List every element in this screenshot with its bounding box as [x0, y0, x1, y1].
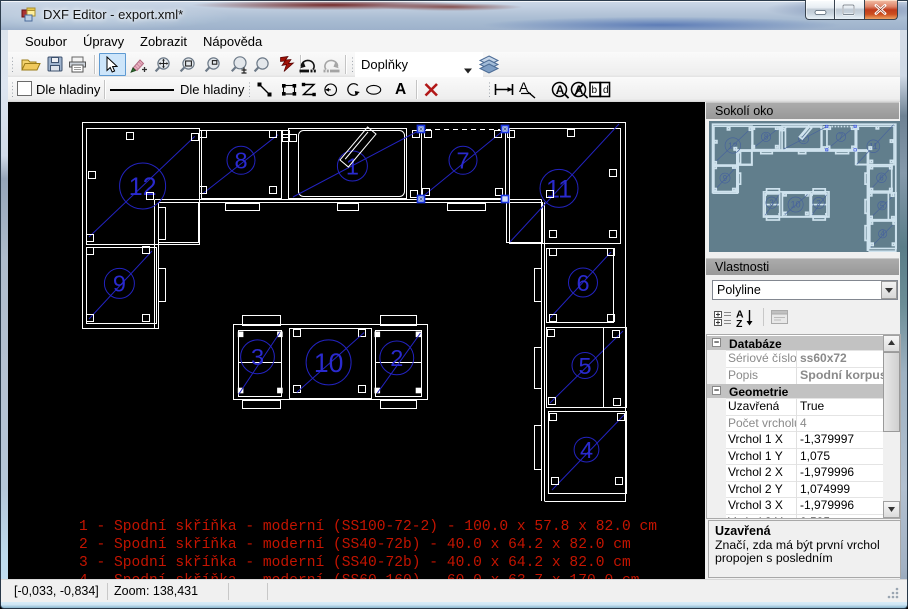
svg-text:b: b — [592, 85, 598, 96]
svg-text:d: d — [603, 85, 609, 96]
svg-text:A: A — [519, 80, 529, 95]
svg-text:A: A — [556, 83, 565, 97]
svg-text:Z: Z — [736, 318, 743, 328]
